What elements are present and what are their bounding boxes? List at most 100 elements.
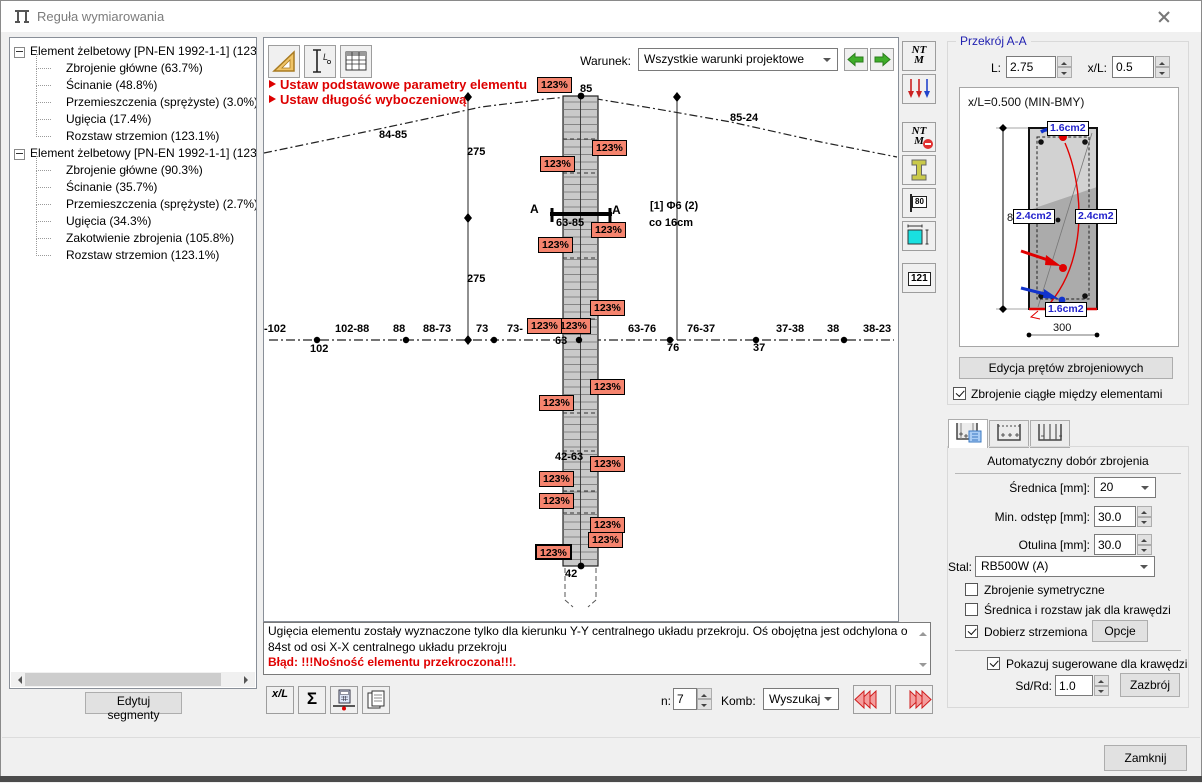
scroll-left-icon[interactable]	[14, 676, 22, 684]
results-table-button[interactable]	[340, 45, 372, 78]
utilization-label[interactable]: 123%	[592, 140, 627, 156]
scroll-right-icon[interactable]	[244, 676, 252, 684]
utilization-label[interactable]: 123%	[537, 77, 572, 93]
xL-label: x/L:	[1081, 61, 1107, 75]
calc-point-button[interactable]	[330, 686, 358, 714]
utilization-label[interactable]: 123%	[588, 532, 623, 548]
buckling-length-button[interactable]: L	[304, 45, 336, 78]
spin-down-icon[interactable]	[697, 699, 712, 710]
measure-tool-button[interactable]	[268, 45, 300, 78]
utilization-label[interactable]: 123%	[540, 156, 575, 172]
steel-profile-button[interactable]	[902, 155, 936, 185]
close-icon[interactable]	[1153, 8, 1175, 26]
stirrups-checkbox[interactable]	[965, 625, 978, 638]
close-button[interactable]: Zamknij	[1104, 745, 1187, 771]
cover-spinner[interactable]	[1137, 534, 1152, 555]
n-input[interactable]	[673, 688, 697, 710]
komb-select[interactable]: Wyszukaj	[763, 688, 839, 710]
spin-down-icon[interactable]	[1137, 545, 1152, 556]
utilization-label[interactable]: 123%	[590, 379, 625, 395]
xl-mode-button[interactable]: x/L	[266, 686, 294, 714]
utilization-label[interactable]: 123%	[527, 318, 562, 334]
drawing-label: 76	[667, 342, 679, 354]
drawing-label: co 16cm	[649, 217, 693, 229]
sum-button[interactable]: Σ	[298, 686, 326, 714]
utilization-label[interactable]: 123%	[535, 544, 572, 560]
rebar-area-right: 2.4cm2	[1075, 209, 1117, 224]
sdrd-input[interactable]	[1055, 675, 1093, 696]
section-dimensions-button[interactable]	[902, 221, 936, 251]
tab-bar-layout[interactable]	[1030, 420, 1070, 448]
ntm-off-button[interactable]: NT M	[902, 122, 936, 152]
same-as-edge-checkbox[interactable]	[965, 603, 978, 616]
rebar-area-top: 1.6cm2	[1047, 121, 1089, 136]
loads-button[interactable]	[902, 74, 936, 104]
cover-label: Otulina [mm]:	[970, 538, 1090, 552]
utilization-label[interactable]: 123%	[591, 222, 626, 238]
spin-up-icon[interactable]	[1057, 56, 1072, 67]
utilization-label[interactable]: 123%	[539, 493, 574, 509]
steel-select[interactable]: RB500W (A)	[975, 556, 1155, 577]
copy-report-button[interactable]	[362, 686, 390, 714]
next-condition-button[interactable]	[870, 48, 894, 71]
spin-up-icon[interactable]	[1094, 675, 1109, 686]
symmetric-checkbox[interactable]	[965, 583, 978, 596]
edit-segments-button[interactable]: Edytuj segmenty	[85, 692, 182, 714]
results-tree: Element żelbetowy [PN-EN 1992-1-1] (123.…	[14, 43, 256, 264]
steel-label: Stal:	[944, 560, 972, 574]
spin-up-icon[interactable]	[697, 688, 712, 699]
bar-numbers-button[interactable]: 121	[902, 263, 936, 293]
cover-input[interactable]	[1094, 534, 1136, 555]
xL-spinner[interactable]	[1155, 56, 1170, 78]
spacing-input[interactable]	[1094, 506, 1136, 527]
utilization-label[interactable]: 123%	[590, 300, 625, 316]
tree-child-item[interactable]: Rozstaw strzemion (123.1%)	[14, 128, 256, 145]
n-spinner[interactable]	[697, 688, 712, 710]
results-tree-panel: Element żelbetowy [PN-EN 1992-1-1] (123.…	[9, 37, 257, 689]
tree-horizontal-scrollbar[interactable]	[11, 672, 255, 687]
taskbar-edge	[0, 776, 1202, 782]
utilization-label[interactable]: 123%	[539, 395, 574, 411]
spin-up-icon[interactable]	[1137, 534, 1152, 545]
scrollbar-thumb[interactable]	[25, 673, 221, 686]
drawing-label: 38-23	[863, 323, 891, 335]
spacing-spinner[interactable]	[1137, 506, 1152, 527]
condition-label: Warunek:	[569, 54, 631, 68]
utilization-label[interactable]: 123%	[538, 237, 573, 253]
tab-edge-reinforcement[interactable]	[989, 420, 1029, 448]
edit-rebar-button[interactable]: Edycja prętów zbrojeniowych	[959, 357, 1173, 379]
continuous-rebar-checkbox[interactable]	[953, 387, 966, 400]
node-numbers-button[interactable]: 80	[902, 188, 936, 218]
condition-select[interactable]: Wszystkie warunki projektowe	[638, 48, 838, 71]
collapse-icon[interactable]	[14, 149, 25, 160]
utilization-label[interactable]: 123%	[590, 517, 625, 533]
sigma-icon: Σ	[299, 689, 325, 713]
ntm-diagram-button[interactable]: NT M	[902, 41, 936, 71]
xL-input[interactable]	[1112, 56, 1154, 78]
spin-up-icon[interactable]	[1137, 506, 1152, 517]
tab-auto-reinforcement[interactable]	[948, 419, 988, 448]
L-input[interactable]	[1006, 56, 1056, 78]
spin-up-icon[interactable]	[1155, 56, 1170, 67]
reinforce-button[interactable]: Zazbrój	[1120, 673, 1180, 697]
diameter-select[interactable]: 20	[1094, 477, 1156, 498]
drawing-label: 275	[467, 273, 485, 285]
L-spinner[interactable]	[1057, 56, 1072, 78]
prev-condition-button[interactable]	[844, 48, 868, 71]
show-suggested-checkbox[interactable]	[987, 657, 1000, 670]
spin-down-icon[interactable]	[1137, 517, 1152, 528]
tree-child-item[interactable]: Rozstaw strzemion (123.1%)	[14, 247, 256, 264]
last-combination-button[interactable]	[895, 685, 933, 714]
spin-down-icon[interactable]	[1057, 67, 1072, 78]
sdrd-spinner[interactable]	[1094, 675, 1109, 696]
options-button[interactable]: Opcje	[1092, 620, 1148, 642]
collapse-icon[interactable]	[14, 47, 25, 58]
spin-down-icon[interactable]	[1094, 686, 1109, 697]
spin-down-icon[interactable]	[1155, 67, 1170, 78]
utilization-label[interactable]: 123%	[590, 456, 625, 472]
msg-scroll-down-icon[interactable]	[919, 663, 927, 671]
drawing-label: 102	[310, 343, 328, 355]
first-combination-button[interactable]	[853, 685, 891, 714]
msg-scroll-up-icon[interactable]	[919, 628, 927, 636]
utilization-label[interactable]: 123%	[539, 471, 574, 487]
